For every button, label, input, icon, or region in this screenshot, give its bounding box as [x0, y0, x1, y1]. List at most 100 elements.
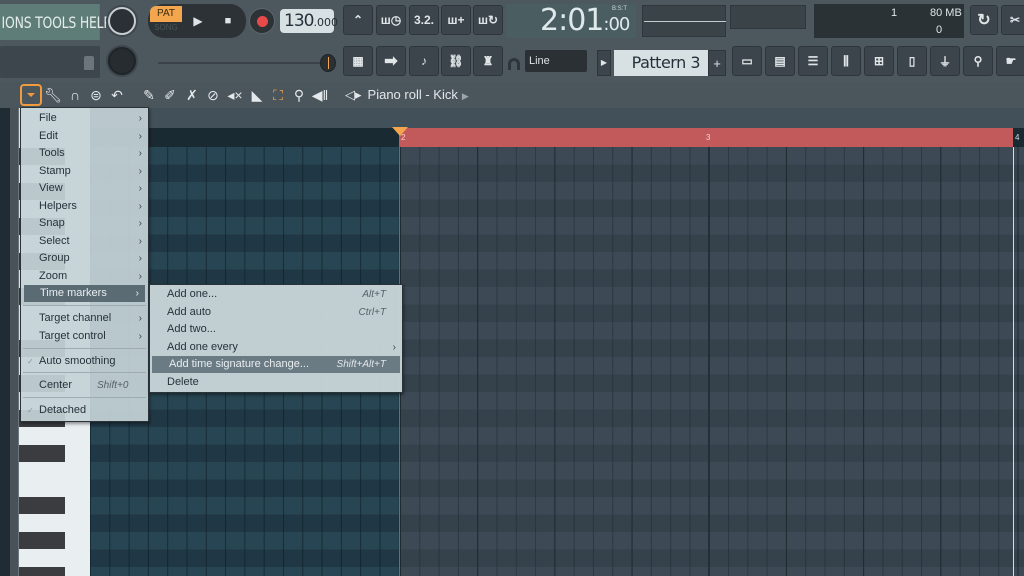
metronome-button[interactable]: ⌃ — [343, 5, 373, 35]
master-pitch-slider-handle[interactable] — [320, 54, 336, 72]
menu-item-helpers[interactable]: Helpers › — [21, 198, 148, 215]
submenu-item-delete[interactable]: Delete — [150, 374, 402, 391]
mute-icon[interactable]: ⊘ — [204, 86, 222, 104]
playlist-button[interactable]: ▭ — [732, 46, 762, 76]
black-key[interactable] — [19, 497, 65, 514]
slice-icon[interactable]: ◂× — [226, 86, 244, 104]
play-button[interactable]: ▶ — [184, 6, 212, 36]
plugin-database-button[interactable]: ⏚ — [930, 46, 960, 76]
undo-icon[interactable]: ↶ — [108, 86, 126, 104]
menu-item-tools[interactable]: Tools › — [21, 145, 148, 162]
chevron-right-icon: › — [138, 183, 142, 194]
loop-record-icon: ш↻ — [477, 13, 499, 27]
zoom-icon[interactable]: ⚲ — [290, 86, 308, 104]
chevron-right-icon: › — [138, 201, 142, 212]
bar-number-4: 4 — [1015, 133, 1020, 142]
black-key[interactable] — [19, 567, 65, 576]
menu-item-file[interactable]: File › — [21, 110, 148, 127]
channel-rack-button[interactable]: ☰ — [798, 46, 828, 76]
metronome-icon: ⌃ — [352, 13, 364, 27]
submenu-item-add-auto[interactable]: Add auto Ctrl+T — [150, 304, 402, 321]
help-pointer-button[interactable]: ☛ — [996, 46, 1024, 76]
wrench-icon[interactable]: 🔧︎ — [44, 86, 62, 104]
delete-icon[interactable]: ✗ — [183, 86, 201, 104]
submenu-item-label: Add time signature change... — [169, 358, 310, 370]
master-volume-knob[interactable] — [108, 7, 136, 35]
typing-keyboard-button[interactable]: ▦ — [343, 46, 373, 76]
submenu-item-add-two[interactable]: Add two... — [150, 321, 402, 338]
stop-circle-icon[interactable]: ⊜ — [87, 86, 105, 104]
select-icon[interactable]: ⛶ — [269, 86, 287, 104]
black-key[interactable] — [19, 532, 65, 549]
link-button[interactable]: ⛓ — [441, 46, 471, 76]
song-mode-button[interactable]: SONG — [150, 23, 182, 35]
add-pattern-button[interactable]: + — [708, 50, 726, 76]
chevron-right-icon: › — [138, 148, 142, 159]
menu-item-detached[interactable]: Detached ✓ — [21, 402, 148, 419]
countdown-button[interactable]: 3.2. — [409, 5, 439, 35]
wait-for-input-button[interactable]: ш◷ — [376, 5, 406, 35]
pat-mode-button[interactable]: PAT — [150, 6, 182, 22]
project-notes-button[interactable]: ▯ — [897, 46, 927, 76]
scrub-button[interactable]: ♪ — [409, 46, 439, 76]
undo-history-button[interactable]: ↻ — [970, 5, 998, 35]
pattern-picker-arrow[interactable]: ▶ — [597, 50, 611, 76]
black-key[interactable] — [19, 445, 65, 462]
mixer-button[interactable]: ⫼ — [831, 46, 861, 76]
clock-format-label: B:S:T — [612, 6, 628, 12]
menu-item-snap[interactable]: Snap › — [21, 215, 148, 232]
link-icon: ⛓ — [448, 54, 464, 68]
slip-icon[interactable]: ◣ — [248, 86, 266, 104]
left-scroll-strip[interactable] — [10, 108, 18, 576]
touch-controller-icon: ⚲ — [973, 54, 983, 68]
piano-roll-title[interactable]: ◁▸ Piano roll - Kick ▶ — [345, 86, 469, 105]
project-notes-icon: ▯ — [908, 54, 916, 68]
typing-keyboard-icon: ▦ — [352, 54, 364, 68]
menu-item-auto-smoothing[interactable]: Auto smoothing ✓ — [21, 353, 148, 370]
menu-item-target-channel[interactable]: Target channel › — [21, 310, 148, 327]
submenu-item-add-one[interactable]: Add one... Alt+T — [150, 286, 402, 303]
browser-button[interactable]: ⊞ — [864, 46, 894, 76]
snap-mode-dropdown[interactable]: Line — [525, 50, 587, 72]
chevron-right-icon: › — [138, 313, 142, 324]
submenu-item-label: Add auto — [167, 306, 212, 318]
menu-item-target-control[interactable]: Target control › — [21, 328, 148, 345]
menu-item-center[interactable]: Center Shift+0 — [21, 377, 148, 394]
note-grid[interactable] — [400, 147, 1024, 576]
polyphony-value: 1 — [891, 7, 898, 19]
magnet-icon[interactable]: ∩ — [66, 86, 84, 104]
speaker-icon: ◁▸ — [345, 87, 362, 102]
pencil-icon[interactable]: ✎ — [140, 86, 158, 104]
piano-roll-options-menu-button[interactable] — [20, 84, 42, 106]
paint-icon[interactable]: ✐ — [161, 86, 179, 104]
tempo-field[interactable]: 130.000 — [280, 9, 338, 33]
cut-tools-button[interactable]: ✂ — [1001, 5, 1024, 35]
menu-item-select[interactable]: Select › — [21, 233, 148, 250]
pattern-selector[interactable]: Pattern 3 — [614, 50, 708, 76]
blend-recording-icon: ш+ — [447, 13, 465, 27]
menu-item-edit[interactable]: Edit › — [21, 128, 148, 145]
chevron-right-icon: › — [138, 331, 142, 342]
submenu-item-add-one-every[interactable]: Add one every › — [150, 339, 402, 356]
playhead-marker[interactable] — [392, 127, 408, 136]
loop-record-button[interactable]: ш↻ — [473, 5, 503, 35]
touch-controller-button[interactable]: ⚲ — [963, 46, 993, 76]
piano-roll-button[interactable]: ▤ — [765, 46, 795, 76]
piano-roll-icon: ▤ — [774, 54, 786, 68]
menu-item-label: Target channel — [39, 312, 112, 324]
submenu-item-add-time-signature-change[interactable]: Add time signature change... Shift+Alt+T — [152, 356, 400, 373]
master-pitch-knob[interactable] — [108, 47, 136, 75]
refresh-icon: ↻ — [977, 12, 991, 29]
menu-item-view[interactable]: View › — [21, 180, 148, 197]
menu-item-group[interactable]: Group › — [21, 250, 148, 267]
menu-item-time-markers[interactable]: Time markers › — [24, 285, 145, 302]
menu-item-zoom[interactable]: Zoom › — [21, 268, 148, 285]
master-volume-button[interactable]: ♜ — [473, 46, 503, 76]
blend-recording-button[interactable]: ш+ — [441, 5, 471, 35]
playback-icon[interactable]: ◀‖ — [311, 86, 329, 104]
menu-item-stamp[interactable]: Stamp › — [21, 163, 148, 180]
main-menu-bar[interactable]: IONS TOOLS HELP — [0, 4, 111, 40]
step-edit-button[interactable]: ➡ — [376, 46, 406, 76]
shortcut-label: Shift+0 — [97, 380, 129, 391]
stop-button[interactable]: ■ — [214, 6, 242, 36]
